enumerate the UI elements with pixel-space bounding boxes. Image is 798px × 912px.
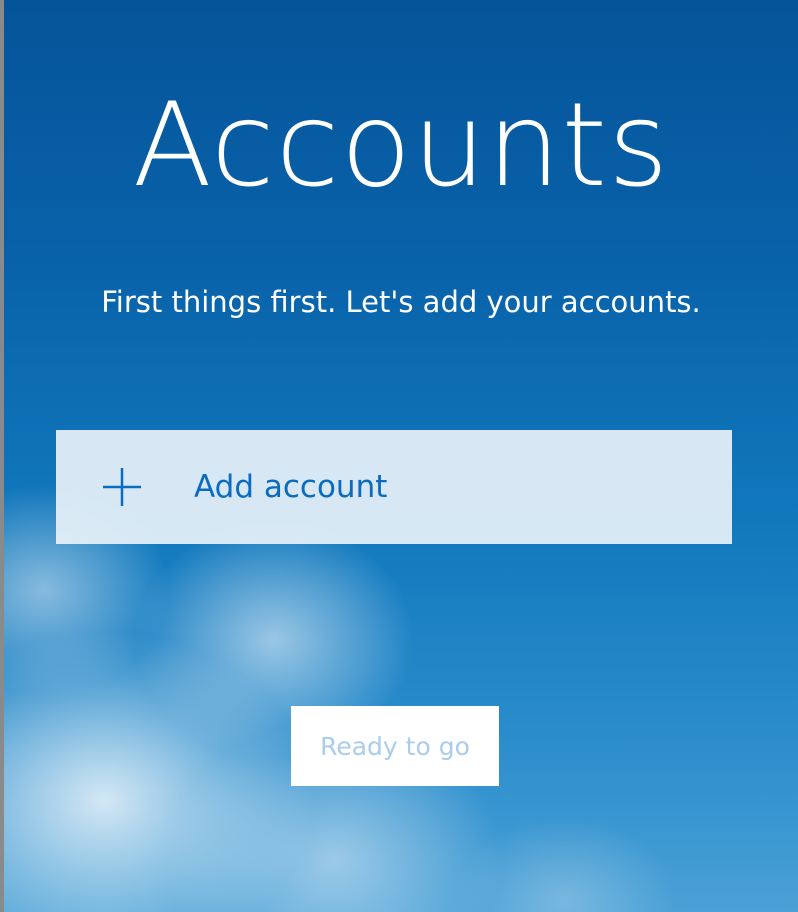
ready-to-go-button[interactable]: Ready to go [291,706,499,786]
plus-icon [103,468,141,506]
page-subtitle: First things first. Let's add your accou… [101,285,701,319]
page-title: Accounts [132,78,670,213]
add-account-label: Add account [194,469,388,505]
add-account-button[interactable]: Add account [56,430,732,544]
accounts-setup-window: Accounts First things first. Let's add y… [0,0,798,912]
